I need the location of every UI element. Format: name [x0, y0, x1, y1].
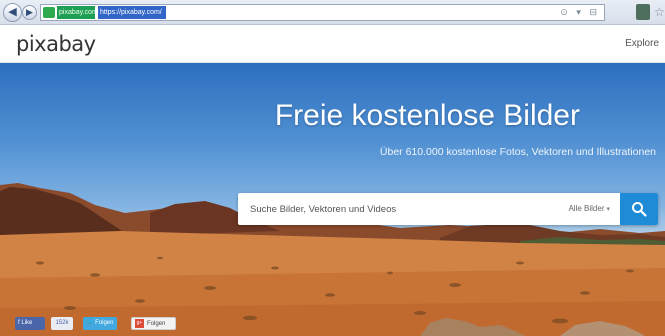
- site-domain-label: pixabay.com: [57, 6, 95, 19]
- twitter-follow-button[interactable]: 🐦 Folgen: [83, 317, 117, 330]
- explore-link[interactable]: Explore: [625, 38, 659, 49]
- google-plus-follow-button[interactable]: g+ Folgen: [131, 317, 176, 330]
- google-plus-icon: g+: [135, 319, 144, 328]
- home-icon[interactable]: [636, 4, 650, 20]
- url-text[interactable]: https://pixabay.com/: [98, 6, 166, 19]
- back-icon[interactable]: ◀: [3, 3, 22, 22]
- google-plus-label: Folgen: [147, 321, 166, 327]
- facebook-like-count: 152k: [51, 317, 73, 330]
- star-icon[interactable]: ☆: [654, 4, 665, 20]
- browser-toolbar: ◀ ▶ pixabay.com https://pixabay.com/ ⊙ ▾…: [0, 0, 665, 25]
- favicon: [43, 7, 55, 18]
- address-bar-icons[interactable]: ⊙ ▾ ⊟: [560, 6, 600, 19]
- pixabay-logo[interactable]: pixabay: [16, 32, 96, 56]
- site-header: pixabay Explore: [0, 25, 665, 63]
- search-form: Alle Bilder▾: [238, 193, 658, 225]
- chevron-down-icon: ▾: [606, 206, 610, 213]
- search-icon: [632, 202, 647, 217]
- hero-section: Freie kostenlose Bilder Über 610.000 kos…: [0, 63, 665, 336]
- forward-icon[interactable]: ▶: [22, 5, 37, 20]
- address-bar[interactable]: pixabay.com https://pixabay.com/ ⊙ ▾ ⊟: [40, 4, 605, 21]
- browser-window: ◀ ▶ pixabay.com https://pixabay.com/ ⊙ ▾…: [0, 0, 665, 336]
- hero-title: Freie kostenlose Bilder: [274, 99, 580, 132]
- media-type-label: Alle Bilder: [568, 204, 605, 213]
- toolbar-right: ☆: [608, 4, 665, 21]
- facebook-like-button[interactable]: f Like: [15, 317, 45, 330]
- search-input[interactable]: [238, 193, 543, 225]
- hero-subtitle: Über 610.000 kostenlose Fotos, Vektoren …: [379, 146, 656, 158]
- search-button[interactable]: [620, 193, 658, 225]
- media-type-select[interactable]: Alle Bilder ▾: [548, 193, 616, 225]
